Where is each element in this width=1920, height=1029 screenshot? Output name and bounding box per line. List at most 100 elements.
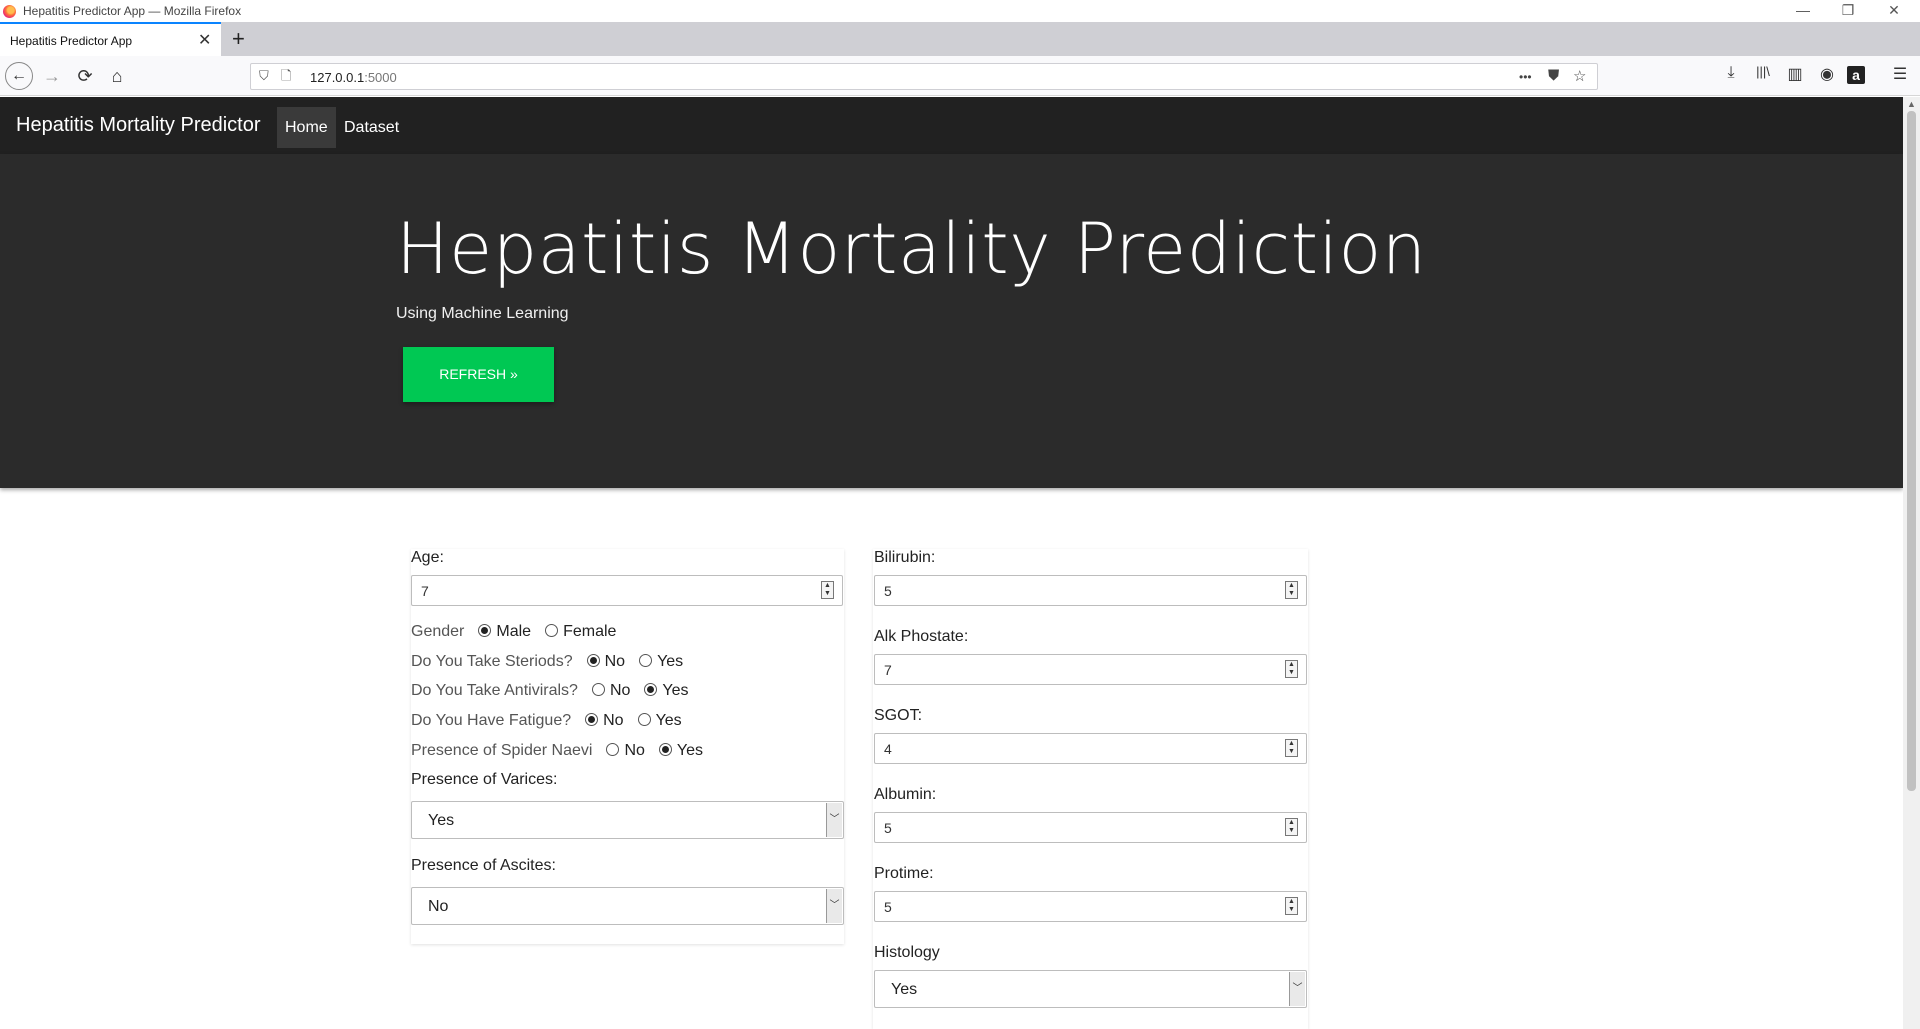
antivirals-yes-label: Yes — [662, 682, 689, 699]
spider-naevi-row: Presence of Spider Naevi No Yes — [411, 742, 703, 760]
gender-female-label: Female — [563, 623, 617, 640]
menu-icon[interactable]: ☰ — [1888, 64, 1912, 84]
age-value: 7 — [421, 583, 429, 599]
url-bar[interactable]: ⛉ 🗋 127.0.0.1:5000 ••• ⛊ ☆ — [250, 63, 1598, 90]
albumin-value: 5 — [884, 820, 892, 836]
steroids-label: Do You Take Steriods? — [411, 653, 573, 670]
steroids-no-radio[interactable] — [586, 654, 600, 667]
nav-home[interactable]: Home — [277, 107, 336, 148]
spider-naevi-no-label: No — [624, 742, 645, 759]
gender-label: Gender — [411, 623, 465, 640]
alk-phostate-value: 7 — [884, 662, 892, 678]
tab-strip: Hepatitis Predictor App ✕ + — [0, 22, 1920, 56]
spinner-icon[interactable]: ▲ ▼ — [821, 581, 834, 599]
chevron-down-icon[interactable]: ﹀ — [1289, 972, 1305, 1006]
form-card-right: Bilirubin: 5 ▲ ▼ Alk Phostate: 7 ▲ ▼ SGOT:… — [873, 549, 1308, 1029]
histology-select[interactable]: Yes ﹀ — [874, 970, 1307, 1008]
window-close-icon[interactable]: ✕ — [1884, 2, 1904, 19]
spinner-icon[interactable]: ▲ ▼ — [1285, 818, 1298, 836]
refresh-button[interactable]: REFRESH » — [403, 347, 554, 402]
spinner-icon[interactable]: ▲ ▼ — [1285, 581, 1298, 599]
protime-value: 5 — [884, 899, 892, 915]
site-navbar: Hepatitis Mortality Predictor Home Datas… — [0, 97, 1903, 154]
fatigue-row: Do You Have Fatigue? No Yes — [411, 712, 682, 730]
downloads-icon[interactable]: ⤓ — [1719, 64, 1743, 82]
sidebar-icon[interactable]: ▥ — [1783, 64, 1807, 84]
alk-phostate-label: Alk Phostate: — [874, 628, 969, 645]
ascites-select[interactable]: No ﹀ — [411, 887, 844, 925]
hero-section: Hepatitis Mortality Prediction Using Mac… — [0, 154, 1903, 488]
age-label: Age: — [411, 549, 444, 566]
scroll-up-icon[interactable]: ▲ — [1907, 99, 1916, 109]
ascites-value: No — [428, 898, 449, 915]
histology-label: Histology — [874, 944, 940, 961]
bilirubin-value: 5 — [884, 583, 892, 599]
minimize-icon[interactable]: — — [1793, 2, 1813, 18]
spinner-icon[interactable]: ▲ ▼ — [1285, 739, 1298, 757]
steroids-yes-radio[interactable] — [639, 654, 653, 667]
protime-label: Protime: — [874, 865, 934, 882]
antivirals-no-radio[interactable] — [591, 683, 605, 696]
library-icon[interactable]: |||\ — [1751, 64, 1775, 79]
gender-female-radio[interactable] — [545, 624, 559, 637]
fatigue-no-radio[interactable] — [585, 713, 599, 726]
steroids-no-label: No — [604, 653, 626, 670]
home-icon[interactable]: ⌂ — [103, 62, 131, 90]
back-icon[interactable]: ← — [5, 62, 33, 90]
sgot-input[interactable]: 4 ▲ ▼ — [874, 733, 1307, 764]
pocket-icon[interactable]: ⛊ — [1548, 67, 1559, 84]
spinner-icon[interactable]: ▲ ▼ — [1285, 897, 1298, 915]
steroids-row: Do You Take Steriods? No Yes — [411, 653, 683, 671]
scrollbar-thumb[interactable] — [1907, 111, 1916, 791]
bookmark-star-icon[interactable]: ☆ — [1573, 67, 1586, 85]
fatigue-no-label: No — [603, 712, 624, 729]
browser-toolbar: ← → ⟳ ⌂ ⛉ 🗋 127.0.0.1:5000 ••• ⛊ ☆ ⤓ |||… — [0, 56, 1920, 96]
bilirubin-input[interactable]: 5 ▲ ▼ — [874, 575, 1307, 606]
spider-naevi-label: Presence of Spider Naevi — [411, 742, 593, 759]
fatigue-yes-radio[interactable] — [637, 713, 651, 726]
protime-input[interactable]: 5 ▲ ▼ — [874, 891, 1307, 922]
alk-phostate-input[interactable]: 7 ▲ ▼ — [874, 654, 1307, 685]
fatigue-yes-label: Yes — [655, 712, 682, 729]
page-actions-icon[interactable]: ••• — [1519, 70, 1532, 84]
spider-naevi-no-radio[interactable] — [606, 743, 620, 756]
antivirals-no-label: No — [609, 682, 631, 699]
fatigue-label: Do You Have Fatigue? — [411, 712, 572, 729]
tab-title: Hepatitis Predictor App — [10, 34, 133, 48]
tab-hepatitis-predictor[interactable]: Hepatitis Predictor App ✕ — [0, 22, 221, 56]
nav-dataset[interactable]: Dataset — [336, 107, 407, 148]
restore-icon[interactable]: ❐ — [1838, 2, 1858, 19]
url-text[interactable]: 127.0.0.1:5000 — [310, 70, 397, 85]
hero-subtitle: Using Machine Learning — [396, 305, 569, 322]
new-tab-icon[interactable]: + — [232, 26, 245, 52]
varices-value: Yes — [428, 812, 455, 829]
amazon-icon[interactable]: a — [1847, 66, 1865, 84]
gender-male-radio[interactable] — [478, 624, 492, 637]
varices-select[interactable]: Yes ﹀ — [411, 801, 844, 839]
page-info-icon[interactable]: 🗋 — [281, 67, 291, 89]
chevron-down-icon[interactable]: ﹀ — [826, 889, 842, 923]
spider-naevi-yes-radio[interactable] — [658, 743, 672, 756]
brand-link[interactable]: Hepatitis Mortality Predictor — [16, 114, 261, 137]
antivirals-yes-radio[interactable] — [644, 683, 658, 696]
close-tab-icon[interactable]: ✕ — [198, 30, 211, 50]
age-input[interactable]: 7 ▲ ▼ — [411, 575, 843, 606]
chevron-down-icon[interactable]: ﹀ — [826, 803, 842, 837]
forward-icon[interactable]: → — [38, 62, 66, 90]
albumin-label: Albumin: — [874, 786, 937, 803]
window-titlebar: Hepatitis Predictor App — Mozilla Firefo… — [0, 0, 1920, 22]
spider-naevi-yes-label: Yes — [676, 742, 703, 759]
ascites-label: Presence of Ascites: — [411, 857, 556, 874]
gender-row: Gender Male Female — [411, 623, 616, 641]
spinner-icon[interactable]: ▲ ▼ — [1285, 660, 1298, 678]
form-card-left: Age: 7 ▲ ▼ Gender Male Female Do You Take S… — [411, 549, 844, 944]
albumin-input[interactable]: 5 ▲ ▼ — [874, 812, 1307, 843]
steroids-yes-label: Yes — [657, 653, 684, 670]
tracking-shield-icon[interactable]: ⛉ — [259, 68, 269, 84]
sgot-label: SGOT: — [874, 707, 923, 724]
reload-icon[interactable]: ⟳ — [71, 62, 99, 90]
bilirubin-label: Bilirubin: — [874, 549, 936, 566]
page-scrollbar[interactable]: ▲ — [1903, 97, 1920, 1029]
account-icon[interactable]: ◉ — [1815, 64, 1839, 84]
antivirals-label: Do You Take Antivirals? — [411, 682, 578, 699]
